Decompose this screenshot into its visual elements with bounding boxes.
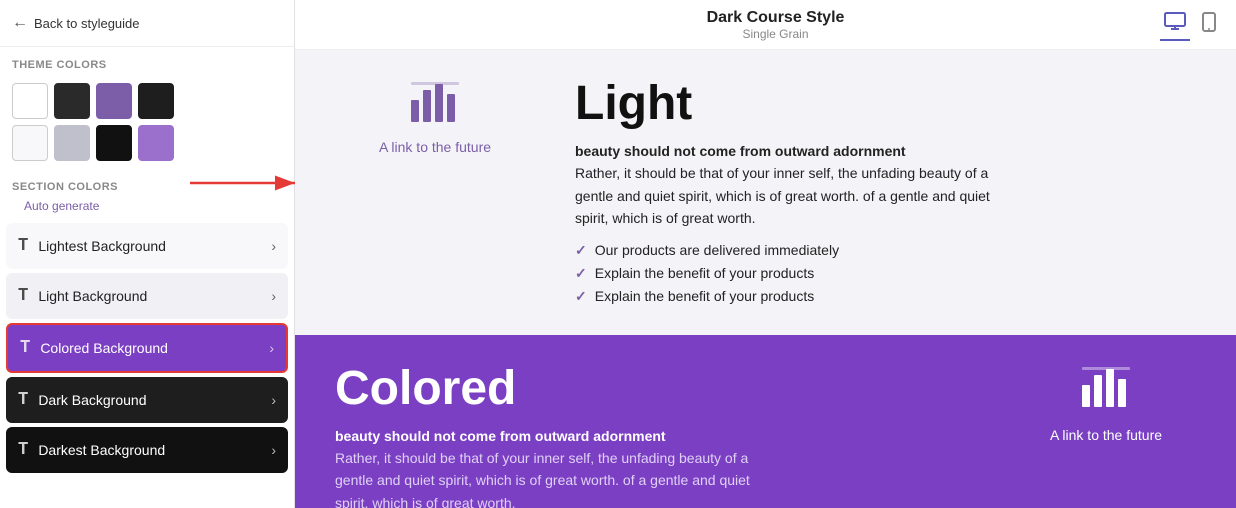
- theme-colors-label: THEME COLORS: [0, 47, 294, 77]
- top-bar: Dark Course Style Single Grain: [295, 0, 1236, 50]
- preview-light-left: A link to the future: [335, 80, 535, 155]
- section-item-lightest-icon: 𝐓: [18, 237, 28, 255]
- swatch-purple[interactable]: [96, 83, 132, 119]
- color-grid: [0, 77, 294, 173]
- back-button[interactable]: ← Back to styleguide: [0, 0, 294, 47]
- main-content: Dark Course Style Single Grain: [295, 0, 1236, 508]
- section-colors-row: SECTION COLORS: [0, 173, 294, 193]
- section-item-dark-label: Dark Background: [38, 392, 146, 408]
- swatch-gray[interactable]: [54, 125, 90, 161]
- chevron-right-lightest-icon: ›: [271, 238, 276, 254]
- swatch-white[interactable]: [12, 83, 48, 119]
- colored-body: beauty should not come from outward ador…: [335, 425, 755, 508]
- colored-bar-chart-icon: [1080, 365, 1132, 419]
- section-item-colored-icon: 𝐓: [20, 339, 30, 357]
- back-arrow-icon: ←: [12, 14, 28, 32]
- desktop-icon[interactable]: [1160, 8, 1190, 41]
- section-item-light[interactable]: 𝐓 Light Background ›: [6, 273, 288, 319]
- preview-area: A link to the future Light beauty should…: [295, 50, 1236, 508]
- preview-light-section: A link to the future Light beauty should…: [295, 50, 1236, 335]
- light-heading: Light: [575, 80, 995, 128]
- section-item-light-left: 𝐓 Light Background: [18, 287, 147, 305]
- swatch-dark[interactable]: [54, 83, 90, 119]
- colored-heading: Colored: [335, 365, 755, 413]
- page-subtitle: Single Grain: [707, 27, 845, 41]
- device-icons: [1160, 8, 1220, 41]
- section-item-colored-left: 𝐓 Colored Background: [20, 339, 168, 357]
- checklist-item: Explain the benefit of your products: [575, 288, 995, 305]
- section-item-darkest-left: 𝐓 Darkest Background: [18, 441, 165, 459]
- light-body: beauty should not come from outward ador…: [575, 140, 995, 230]
- section-item-light-label: Light Background: [38, 288, 147, 304]
- chevron-right-colored-icon: ›: [269, 340, 274, 356]
- chevron-right-darkest-icon: ›: [271, 442, 276, 458]
- section-item-lightest[interactable]: 𝐓 Lightest Background ›: [6, 223, 288, 269]
- section-item-darkest-label: Darkest Background: [38, 442, 165, 458]
- section-item-dark[interactable]: 𝐓 Dark Background ›: [6, 377, 288, 423]
- preview-colored-section: Colored beauty should not come from outw…: [295, 335, 1236, 508]
- section-item-lightest-left: 𝐓 Lightest Background: [18, 237, 166, 255]
- section-item-colored[interactable]: 𝐓 Colored Background ›: [6, 323, 288, 373]
- preview-colored-right: A link to the future: [1016, 365, 1196, 443]
- swatch-black[interactable]: [96, 125, 132, 161]
- mobile-icon[interactable]: [1198, 8, 1220, 41]
- section-item-darkest[interactable]: 𝐓 Darkest Background ›: [6, 427, 288, 473]
- section-item-dark-icon: 𝐓: [18, 391, 28, 409]
- auto-generate-link[interactable]: Auto generate: [12, 195, 111, 221]
- preview-light-right: Light beauty should not come from outwar…: [575, 80, 995, 305]
- swatch-darkest[interactable]: [138, 83, 174, 119]
- light-link-text: A link to the future: [379, 139, 491, 155]
- page-title: Dark Course Style: [707, 9, 845, 27]
- swatch-lightest[interactable]: [12, 125, 48, 161]
- page-title-area: Dark Course Style Single Grain: [707, 9, 845, 41]
- colored-link-text: A link to the future: [1050, 427, 1162, 443]
- chevron-right-dark-icon: ›: [271, 392, 276, 408]
- section-item-light-icon: 𝐓: [18, 287, 28, 305]
- section-colors-label: SECTION COLORS: [12, 181, 118, 193]
- section-item-colored-label: Colored Background: [40, 340, 168, 356]
- preview-colored-left: Colored beauty should not come from outw…: [335, 365, 755, 508]
- section-item-darkest-icon: 𝐓: [18, 441, 28, 459]
- checklist-item: Our products are delivered immediately: [575, 242, 995, 259]
- back-label: Back to styleguide: [34, 16, 140, 31]
- section-item-lightest-label: Lightest Background: [38, 238, 166, 254]
- bar-chart-icon: [409, 80, 461, 131]
- section-item-dark-left: 𝐓 Dark Background: [18, 391, 146, 409]
- swatch-light-purple[interactable]: [138, 125, 174, 161]
- sidebar: ← Back to styleguide THEME COLORS SECTIO…: [0, 0, 295, 508]
- chevron-right-light-icon: ›: [271, 288, 276, 304]
- light-checklist: Our products are delivered immediately E…: [575, 242, 995, 305]
- checklist-item: Explain the benefit of your products: [575, 265, 995, 282]
